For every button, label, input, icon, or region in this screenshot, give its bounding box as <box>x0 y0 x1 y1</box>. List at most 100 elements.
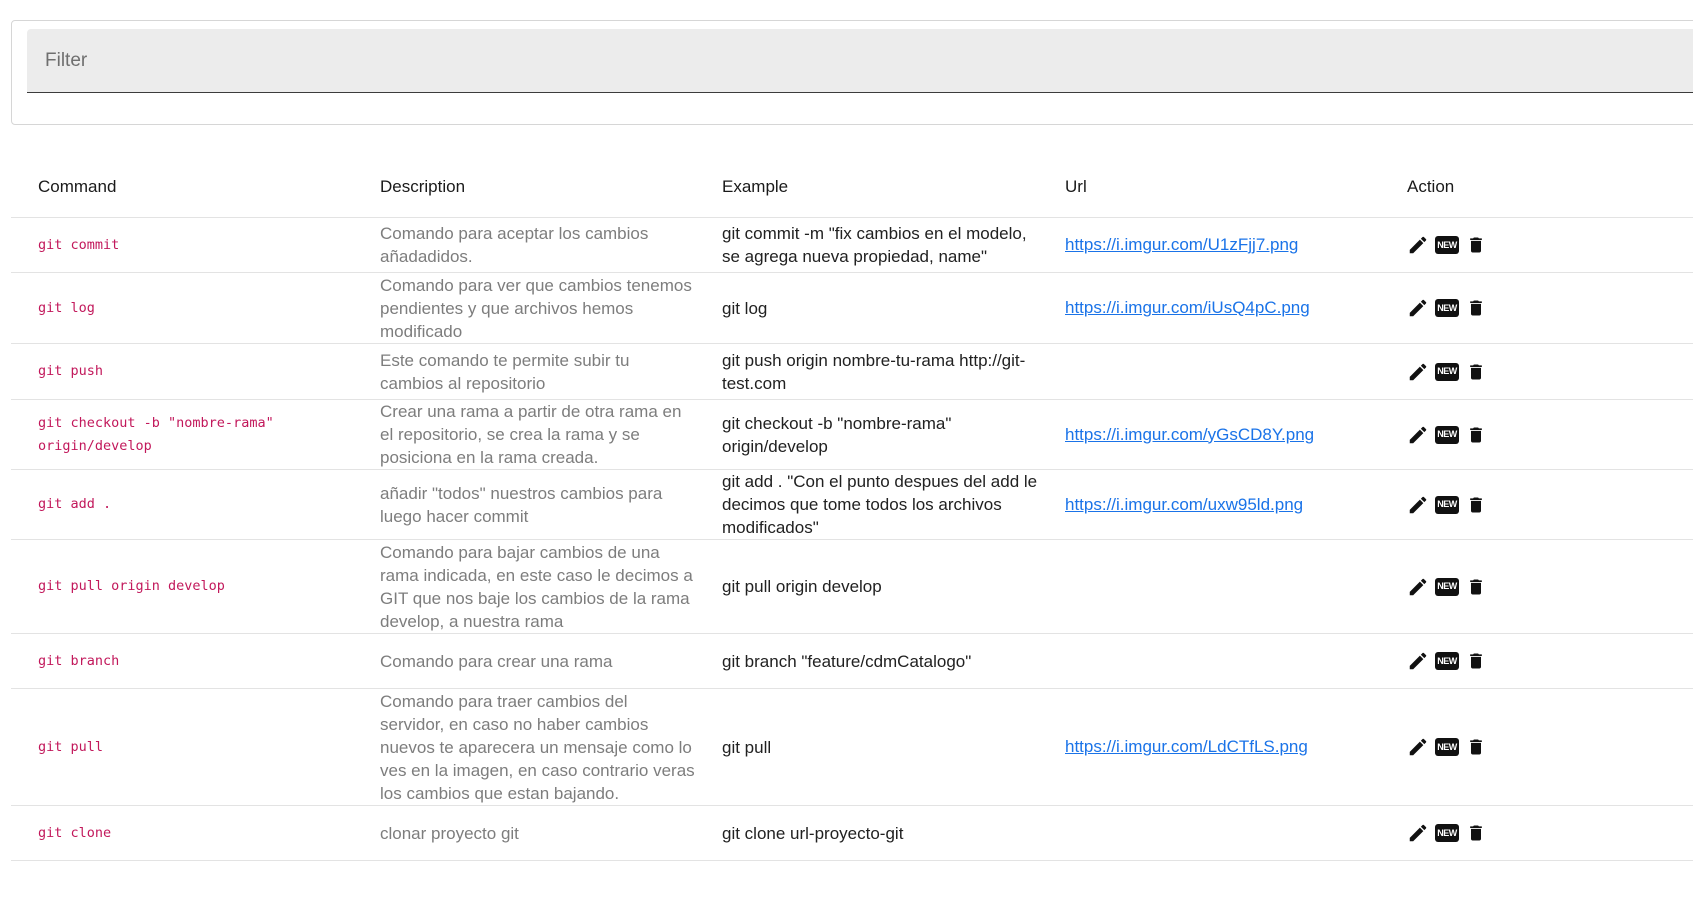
table-row: git checkout -b "nombre-rama" origin/dev… <box>11 399 1693 470</box>
trash-icon[interactable] <box>1465 735 1487 759</box>
description-cell: Crear una rama a partir de otra rama en … <box>353 399 695 470</box>
url-link[interactable]: https://i.imgur.com/iUsQ4pC.png <box>1065 298 1310 317</box>
row-actions: NEW <box>1407 821 1693 845</box>
url-link[interactable]: https://i.imgur.com/yGsCD8Y.png <box>1065 425 1314 444</box>
action-cell: NEW <box>1380 633 1693 689</box>
url-cell: https://i.imgur.com/uxw95ld.png <box>1038 469 1380 540</box>
pencil-icon[interactable] <box>1407 360 1429 384</box>
table-row: git push Este comando te permite subir tu… <box>11 343 1693 400</box>
command-cell: git push <box>11 343 353 400</box>
table-row: git pull Comando para traer cambios del s… <box>11 688 1693 806</box>
action-cell: NEW <box>1380 343 1693 400</box>
example-cell: git log <box>695 272 1038 344</box>
command-cell: git clone <box>11 805 353 861</box>
pencil-icon[interactable] <box>1407 649 1429 673</box>
trash-icon[interactable] <box>1465 493 1487 517</box>
new-badge-icon[interactable]: NEW <box>1435 652 1459 670</box>
row-actions: NEW <box>1407 296 1693 320</box>
trash-icon[interactable] <box>1465 360 1487 384</box>
url-cell: https://i.imgur.com/LdCTfLS.png <box>1038 688 1380 806</box>
pencil-icon[interactable] <box>1407 423 1429 447</box>
command-cell: git commit <box>11 217 353 273</box>
url-cell <box>1038 805 1380 861</box>
new-badge-icon[interactable]: NEW <box>1435 425 1459 444</box>
description-cell: Comando para traer cambios del servidor,… <box>353 688 695 806</box>
trash-icon[interactable] <box>1465 296 1487 320</box>
example-cell: git push origin nombre-tu-rama http://gi… <box>695 343 1038 400</box>
action-cell: NEW <box>1380 272 1693 344</box>
example-cell: git pull origin develop <box>695 539 1038 634</box>
url-cell: https://i.imgur.com/U1zFjj7.png <box>1038 217 1380 273</box>
trash-icon[interactable] <box>1465 233 1487 257</box>
command-cell: git pull origin develop <box>11 539 353 634</box>
table-header-row: Command Description Example Url Action <box>11 156 1693 218</box>
table-row: git log Comando para ver que cambios tene… <box>11 272 1693 344</box>
command-cell: git branch <box>11 633 353 689</box>
pencil-icon[interactable] <box>1407 296 1429 320</box>
commands-table: Command Description Example Url Action g… <box>11 156 1693 861</box>
new-badge-icon[interactable]: NEW <box>1435 495 1459 514</box>
pencil-icon[interactable] <box>1407 821 1429 845</box>
action-cell: NEW <box>1380 688 1693 806</box>
trash-icon[interactable] <box>1465 821 1487 845</box>
url-link[interactable]: https://i.imgur.com/LdCTfLS.png <box>1065 737 1308 756</box>
row-actions: NEW <box>1407 649 1693 673</box>
action-cell: NEW <box>1380 469 1693 540</box>
example-cell: git add . "Con el punto despues del add … <box>695 469 1038 540</box>
table-row: git add . añadir "todos" nuestros cambios… <box>11 469 1693 540</box>
trash-icon[interactable] <box>1465 575 1487 599</box>
table-row: git commit Comando para aceptar los cambi… <box>11 217 1693 273</box>
command-cell: git log <box>11 272 353 344</box>
action-cell: NEW <box>1380 539 1693 634</box>
action-cell: NEW <box>1380 805 1693 861</box>
row-actions: NEW <box>1407 493 1693 517</box>
description-cell: Comando para aceptar los cambios añadadi… <box>353 217 695 273</box>
row-actions: NEW <box>1407 423 1693 447</box>
pencil-icon[interactable] <box>1407 735 1429 759</box>
url-link[interactable]: https://i.imgur.com/U1zFjj7.png <box>1065 235 1298 254</box>
url-link[interactable]: https://i.imgur.com/uxw95ld.png <box>1065 495 1303 514</box>
header-url[interactable]: Url <box>1038 156 1380 218</box>
command-cell: git checkout -b "nombre-rama" origin/dev… <box>11 399 353 470</box>
description-cell: Comando para crear una rama <box>353 633 695 689</box>
header-description[interactable]: Description <box>353 156 695 218</box>
pencil-icon[interactable] <box>1407 233 1429 257</box>
header-example[interactable]: Example <box>695 156 1038 218</box>
filter-card <box>11 20 1693 125</box>
url-cell <box>1038 343 1380 400</box>
row-actions: NEW <box>1407 360 1693 384</box>
row-actions: NEW <box>1407 575 1693 599</box>
new-badge-icon[interactable]: NEW <box>1435 577 1459 596</box>
row-actions: NEW <box>1407 233 1693 257</box>
example-cell: git checkout -b "nombre-rama" origin/dev… <box>695 399 1038 470</box>
row-actions: NEW <box>1407 735 1693 759</box>
trash-icon[interactable] <box>1465 423 1487 447</box>
pencil-icon[interactable] <box>1407 575 1429 599</box>
new-badge-icon[interactable]: NEW <box>1435 362 1459 381</box>
pencil-icon[interactable] <box>1407 493 1429 517</box>
header-action: Action <box>1380 156 1693 218</box>
example-cell: git commit -m "fix cambios en el modelo,… <box>695 217 1038 273</box>
header-command[interactable]: Command <box>11 156 353 218</box>
description-cell: Comando para bajar cambios de una rama i… <box>353 539 695 634</box>
url-cell <box>1038 633 1380 689</box>
table-row: git clone clonar proyecto git git clone ur… <box>11 805 1693 861</box>
example-cell: git pull <box>695 688 1038 806</box>
new-badge-icon[interactable]: NEW <box>1435 299 1459 317</box>
filter-input[interactable] <box>27 29 1693 93</box>
url-cell <box>1038 539 1380 634</box>
table-row: git pull origin develop Comando para baja… <box>11 539 1693 634</box>
description-cell: Este comando te permite subir tu cambios… <box>353 343 695 400</box>
description-cell: Comando para ver que cambios tenemos pen… <box>353 272 695 344</box>
example-cell: git clone url-proyecto-git <box>695 805 1038 861</box>
command-cell: git pull <box>11 688 353 806</box>
new-badge-icon[interactable]: NEW <box>1435 824 1459 842</box>
action-cell: NEW <box>1380 217 1693 273</box>
new-badge-icon[interactable]: NEW <box>1435 236 1459 254</box>
url-cell: https://i.imgur.com/yGsCD8Y.png <box>1038 399 1380 470</box>
command-cell: git add . <box>11 469 353 540</box>
trash-icon[interactable] <box>1465 649 1487 673</box>
action-cell: NEW <box>1380 399 1693 470</box>
new-badge-icon[interactable]: NEW <box>1435 738 1459 756</box>
table-row: git branch Comando para crear una rama git… <box>11 633 1693 689</box>
